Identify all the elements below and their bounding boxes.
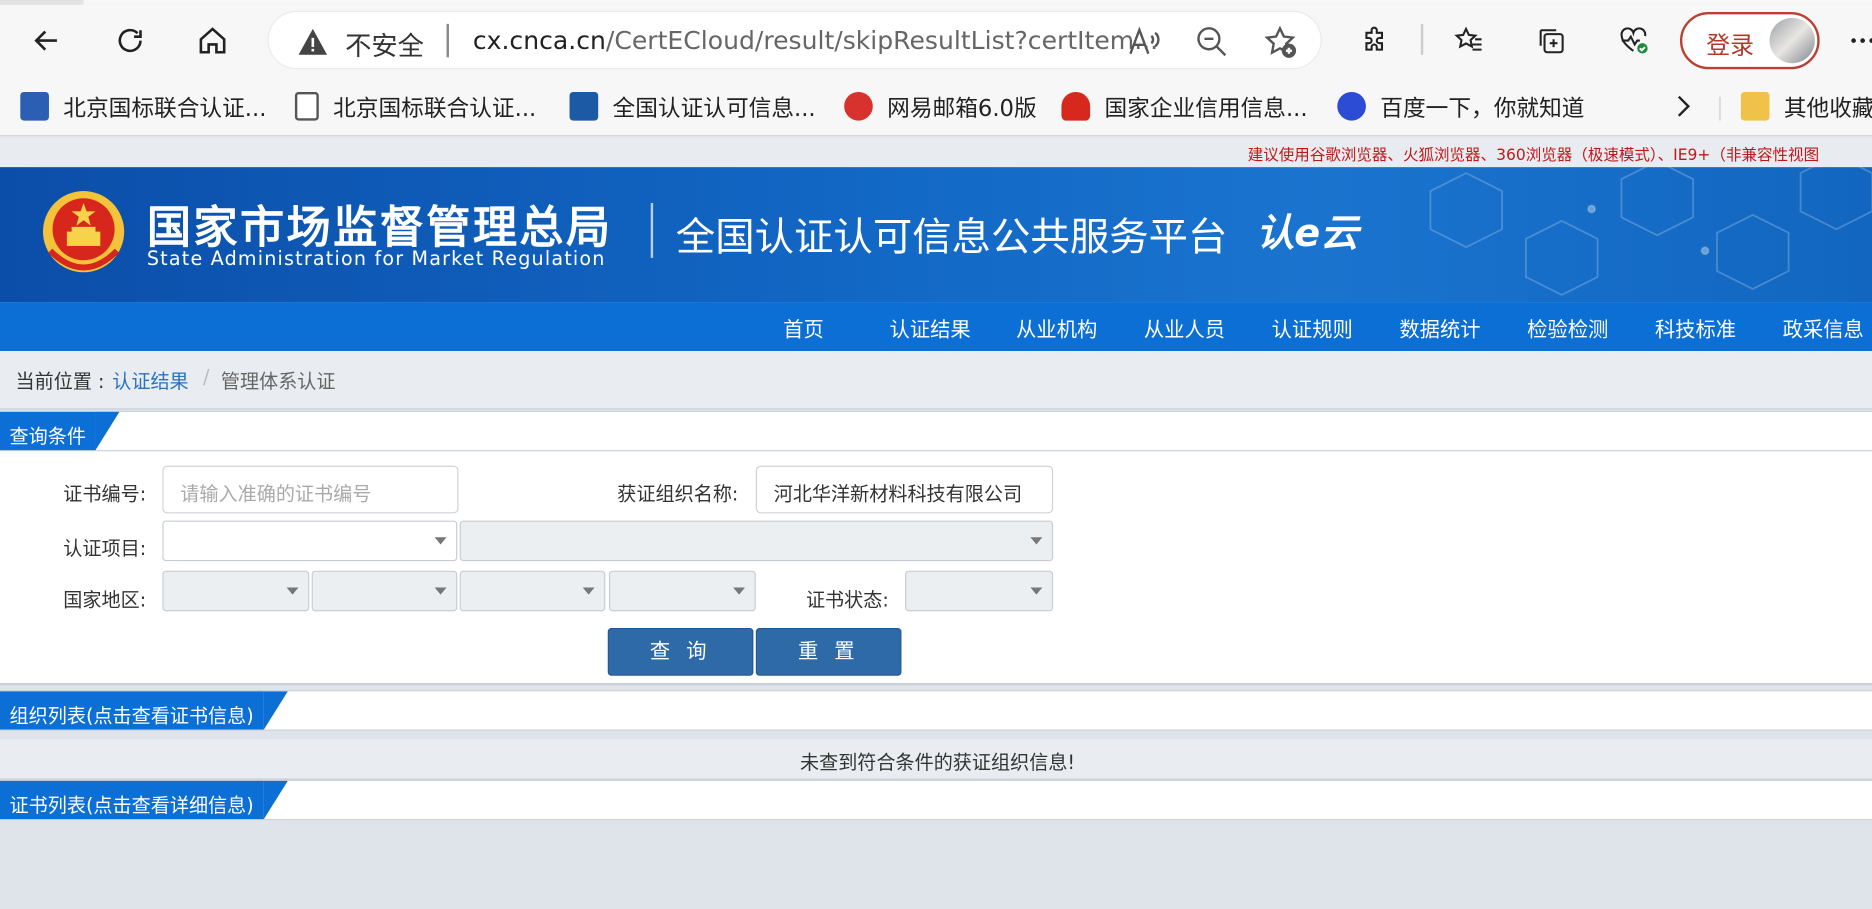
cert-item-label: 认证项目: [63, 537, 147, 560]
reset-button[interactable]: 重 置 [755, 628, 902, 676]
globe-icon [20, 91, 49, 121]
cert-no-label: 证书编号: [63, 482, 147, 506]
nav-standards[interactable]: 科技标准 [1655, 313, 1736, 343]
province-select[interactable] [311, 570, 458, 612]
cert-subitem-select[interactable] [459, 520, 1054, 562]
collections-icon[interactable] [1527, 17, 1575, 65]
bookmark-divider [1719, 96, 1721, 121]
url-text[interactable]: cx.cnca.cn/CertECloud/result/skipResultL… [473, 26, 1158, 55]
zoom-out-icon[interactable] [1194, 24, 1230, 60]
nav-procurement[interactable]: 政采信息 [1783, 313, 1864, 343]
nav-cert-rules[interactable]: 认证规则 [1272, 313, 1353, 343]
cert-list-title: 证书列表(点击查看详细信息) [0, 780, 287, 820]
breadcrumb-link[interactable]: 认证结果 [112, 365, 188, 394]
cert-status-label: 证书状态: [805, 588, 889, 612]
more-icon[interactable] [1839, 17, 1872, 65]
country-select[interactable] [162, 570, 310, 612]
org-list-title: 组织列表(点击查看证书信息) [0, 691, 287, 730]
address-separator [446, 23, 449, 58]
breadcrumb-current: 管理体系认证 [220, 370, 336, 393]
bookmark-item[interactable]: 国家企业信用信息... [1061, 88, 1308, 124]
platform-logo: 认e云 [1256, 210, 1359, 256]
chevron-down-icon [434, 587, 447, 595]
platform-title: 全国认证认可信息公共服务平台 [675, 213, 1228, 261]
tab-strip [0, 0, 1872, 5]
region-label: 国家地区: [63, 588, 147, 612]
national-emblem-icon [42, 191, 125, 273]
avatar[interactable] [1769, 17, 1815, 64]
chevron-down-icon [1030, 587, 1043, 595]
cert-icon [569, 91, 599, 121]
banner-separator [650, 202, 654, 258]
cert-status-select[interactable] [905, 570, 1054, 612]
bookmark-item[interactable]: 北京国标联合认证... [294, 88, 536, 124]
empty-message: 未查到符合条件的获证组织信息! [799, 751, 1076, 774]
cert-list-header: 证书列表(点击查看详细信息) [0, 779, 1872, 821]
hexagon-pattern [1429, 167, 1872, 296]
bookmark-item[interactable]: 全国认证认可信息... [569, 88, 816, 124]
page-icon [294, 91, 319, 121]
agency-subtitle: State Administration for Market Regulati… [146, 247, 606, 270]
cert-no-input[interactable]: 请输入准确的证书编号 [162, 465, 459, 514]
nav-statistics[interactable]: 数据统计 [1399, 313, 1480, 343]
nav-institutions[interactable]: 从业机构 [1016, 313, 1097, 343]
chevron-right-icon[interactable] [1672, 88, 1693, 124]
org-name-label: 获证组织名称: [617, 482, 739, 506]
notice-text: 建议使用谷歌浏览器、火狐浏览器、360浏览器（极速模式）、IE9+（非兼容性视图 [1247, 146, 1820, 165]
search-button[interactable]: 查 询 [607, 628, 754, 676]
bookmark-folder[interactable]: 其他收藏 [1740, 88, 1872, 124]
bookmark-item[interactable]: 北京国标联合认证... [20, 88, 266, 124]
chevron-down-icon [733, 587, 746, 595]
huawei-icon [1061, 91, 1091, 121]
folder-icon [1740, 91, 1770, 121]
bookmark-item[interactable]: 网易邮箱6.0版 [844, 88, 1037, 124]
breadcrumb-prefix: 当前位置 : [15, 370, 105, 393]
read-aloud-icon[interactable] [1126, 24, 1162, 60]
add-favorite-icon[interactable] [1262, 24, 1298, 60]
breadcrumb: 当前位置 : 认证结果 / 管理体系认证 [0, 351, 1872, 410]
warning-icon[interactable] [297, 26, 328, 57]
insecure-label[interactable]: 不安全 [345, 25, 424, 63]
chevron-down-icon [434, 537, 447, 545]
baidu-icon [1337, 91, 1366, 121]
org-name-input[interactable]: 河北华洋新材料科技有限公司 [755, 465, 1054, 514]
org-list-empty: 未查到符合条件的获证组织信息! [0, 739, 1872, 780]
agency-title: 国家市场监督管理总局 [146, 201, 613, 254]
bookmarks-bar: 北京国标联合认证... 北京国标联合认证... 全国认证认可信息... 网易邮箱… [0, 79, 1872, 137]
login-button[interactable]: 登录 [1679, 11, 1820, 70]
back-icon[interactable] [23, 17, 71, 65]
cert-item-select[interactable] [162, 520, 458, 562]
query-section-header: 查询条件 [0, 410, 1872, 452]
extensions-icon[interactable] [1352, 17, 1400, 65]
district-select[interactable] [608, 570, 756, 612]
chevron-down-icon [1030, 537, 1043, 545]
nav-testing[interactable]: 检验检测 [1527, 313, 1608, 343]
chevron-down-icon [286, 587, 299, 595]
breadcrumb-separator: / [202, 365, 210, 389]
org-list-header: 组织列表(点击查看证书信息) [0, 690, 1872, 731]
city-select[interactable] [459, 570, 606, 612]
health-icon[interactable] [1610, 17, 1658, 65]
mail-icon [844, 91, 873, 121]
main-nav: 首页 认证结果 从业机构 从业人员 认证规则 数据统计 检验检测 科技标准 政采… [0, 302, 1872, 352]
nav-cert-results[interactable]: 认证结果 [890, 313, 971, 343]
bookmark-item[interactable]: 百度一下，你就知道 [1337, 88, 1584, 124]
query-section-title: 查询条件 [0, 411, 120, 451]
home-icon[interactable] [189, 17, 237, 65]
toolbar-divider [1420, 23, 1424, 55]
address-bar[interactable]: 不安全 cx.cnca.cn/CertECloud/result/skipRes… [267, 10, 1322, 70]
nav-personnel[interactable]: 从业人员 [1144, 313, 1225, 343]
query-form: 证书编号: 请输入准确的证书编号 获证组织名称: 河北华洋新材料科技有限公司 认… [0, 451, 1872, 686]
refresh-icon[interactable] [106, 17, 154, 65]
browser-toolbar: 不安全 cx.cnca.cn/CertECloud/result/skipRes… [0, 0, 1872, 80]
favorites-icon[interactable] [1445, 17, 1493, 65]
browser-notice: 建议使用谷歌浏览器、火狐浏览器、360浏览器（极速模式）、IE9+（非兼容性视图 [0, 137, 1872, 168]
chevron-down-icon [582, 587, 595, 595]
site-banner: 国家市场监督管理总局 State Administration for Mark… [0, 167, 1872, 303]
nav-home[interactable]: 首页 [783, 313, 824, 343]
